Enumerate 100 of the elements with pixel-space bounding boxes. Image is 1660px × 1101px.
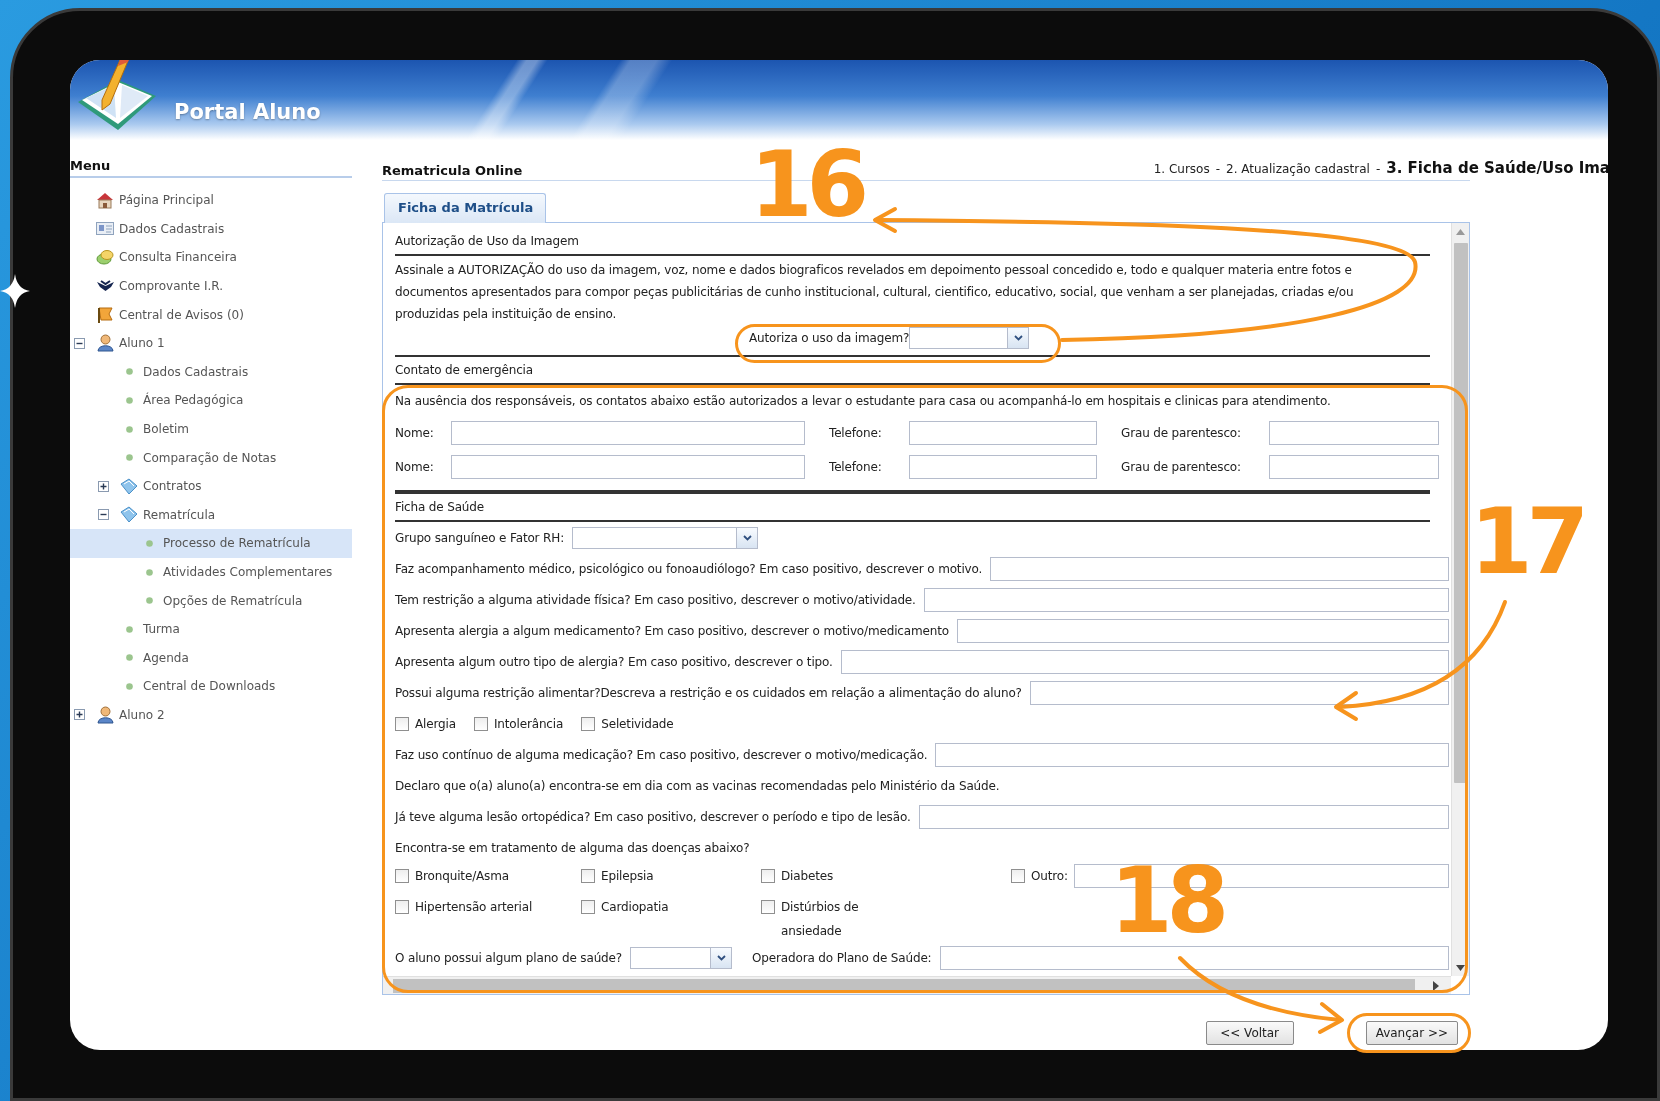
menu-item[interactable]: Área Pedagógica [70, 386, 352, 415]
checkbox[interactable] [1011, 869, 1025, 883]
menu-item[interactable]: Boletim [70, 414, 352, 444]
dropdown[interactable] [572, 526, 759, 549]
menu-item[interactable]: Dados Cadastrais [70, 357, 352, 387]
text-field[interactable] [451, 421, 805, 445]
tab[interactable]: Ficha da Matrícula [384, 193, 547, 223]
field-label: Faz acompanhamento médico, psicológico ou fonoaudiólogo? Em caso positivo, descrever o motivo. [395, 561, 983, 576]
person-icon [96, 706, 114, 724]
text-field[interactable] [1269, 455, 1439, 479]
section-heading: Ficha de Saúde [395, 492, 1430, 522]
form-text: Declaro que o(a) aluno(a) encontra-se em dia com as vacinas recomendadas pelo Ministério da Saúde. [395, 778, 1000, 793]
collapse-toggle-icon[interactable] [98, 509, 109, 521]
bullet-icon [145, 568, 153, 576]
field-label: Grupo sanguíneo e Fator RH: [395, 530, 565, 545]
checkbox-label: Outro: [1031, 869, 1068, 883]
form-text: Na ausência dos responsáveis, os contatos abaixo estão autorizados a levar o estudante para casa ou acompanhá-lo em hospitais e clinicas para atendimento. [395, 393, 1331, 408]
field-label: Apresenta algum outro tipo de alergia? Em caso positivo, descrever o tipo. [395, 654, 833, 669]
section-heading: Contato de emergência [395, 355, 1430, 385]
field-label: O aluno possui algum plano de saúde? [395, 950, 622, 965]
field-label: Telefone: [829, 426, 883, 440]
text-field[interactable] [840, 649, 1449, 674]
collapse-toggle-icon[interactable] [74, 337, 85, 349]
right-arrow-icon[interactable] [1433, 980, 1439, 991]
bullet-icon [125, 454, 133, 462]
menu-item[interactable]: Aluno 2 [70, 700, 352, 730]
down-arrow-icon[interactable] [1456, 965, 1465, 971]
menu-item[interactable]: Agenda [70, 643, 352, 673]
field-label: Faz uso contínuo de alguma medicação? Em caso positivo, descrever o motivo/medicação. [395, 747, 928, 762]
field-label: Apresenta alergia a algum medicamento? Em caso positivo, descrever o motivo/medicamento [395, 623, 949, 638]
menu-item[interactable]: Comparação de Notas [70, 443, 352, 472]
menu-item[interactable]: Central de Avisos (0) [70, 300, 352, 329]
text-field[interactable] [1029, 680, 1449, 705]
menu-item[interactable]: Atividades Complementares [70, 557, 352, 587]
menu-item[interactable]: Aluno 1 [70, 328, 352, 358]
menu-item[interactable]: Processo de Rematrícula [70, 529, 352, 558]
nav-button[interactable]: << Voltar [1205, 1021, 1294, 1045]
checkbox-label: Hipertensão arterial [415, 900, 533, 914]
nav-button[interactable]: Avançar >> [1365, 1021, 1458, 1045]
field-label: Grau de parentesco: [1121, 460, 1242, 474]
field-label: Já teve alguma lesão ortopédica? Em caso positivo, descrever o período e tipo de lesão. [395, 809, 911, 824]
book-icon [119, 506, 139, 524]
text-field[interactable] [956, 618, 1449, 643]
breadcrumb-step: 1. Cursos [1153, 162, 1210, 176]
portal-title: Portal Aluno [174, 100, 321, 124]
text-field[interactable] [935, 742, 1449, 767]
checkbox-label: Bronquite/Asma [415, 869, 509, 883]
bullet-icon [125, 654, 133, 662]
menu-item[interactable]: Rematrícula [70, 500, 352, 530]
checkbox[interactable] [395, 869, 409, 883]
text-field[interactable] [909, 421, 1097, 445]
caret-icon [716, 954, 726, 961]
book-icon [119, 477, 139, 495]
menu-item[interactable]: Contratos [70, 471, 352, 501]
annotation-number: 17 [1470, 497, 1584, 587]
text-field[interactable] [451, 455, 805, 479]
page-title: Rematricula Online [382, 163, 523, 180]
menu-item[interactable]: Comprovante I.R. [70, 271, 352, 301]
menu-item[interactable]: Opções de Rematrícula [70, 586, 352, 615]
checkbox-label: Intolerância [493, 716, 564, 731]
text-field[interactable] [923, 587, 1449, 612]
text-field[interactable] [909, 455, 1097, 479]
menu-item[interactable]: Turma [70, 614, 352, 644]
checkbox[interactable] [761, 900, 775, 914]
expand-toggle-icon[interactable] [74, 709, 85, 721]
text-field[interactable] [990, 556, 1449, 581]
section-heading: Autorização de Uso da Imagem [395, 228, 1430, 256]
expand-toggle-icon[interactable] [98, 480, 109, 492]
field-label: Nome: [395, 426, 435, 440]
bullet-icon [125, 396, 133, 404]
checkbox[interactable] [581, 900, 595, 914]
menu-item[interactable]: Consulta Financeira [70, 243, 352, 272]
dropdown[interactable] [909, 327, 1030, 349]
annotation-number: 18 [1110, 856, 1224, 946]
emblem-icon [95, 280, 115, 293]
caret-icon [1013, 335, 1023, 341]
checkbox-label: Epilepsia [601, 869, 654, 883]
menu-item[interactable]: Central de Downloads [70, 672, 352, 701]
field-label: Tem restrição a alguma atividade física? Em caso positivo, descrever o motivo/atividade. [395, 592, 916, 607]
field-label: Nome: [395, 460, 435, 474]
field-label: Telefone: [829, 460, 883, 474]
checkbox[interactable] [581, 869, 595, 883]
person-icon [96, 334, 114, 353]
checkbox[interactable] [473, 716, 488, 731]
text-field[interactable] [1269, 421, 1439, 445]
form-text: Encontra-se em tratamento de alguma das doenças abaixo? [395, 840, 750, 855]
up-arrow-icon[interactable] [1456, 229, 1465, 235]
dropdown[interactable] [630, 946, 732, 969]
text-field[interactable] [939, 945, 1449, 970]
checkbox[interactable] [395, 900, 409, 914]
field-label: Operadora do Plano de Saúde: [752, 950, 932, 965]
checkbox-label: Distúrbios de ansiedade [781, 899, 860, 940]
checkbox[interactable] [761, 869, 775, 883]
menu-item[interactable]: Página Principal [70, 186, 352, 215]
bullet-icon [145, 597, 153, 605]
checkbox[interactable] [581, 716, 596, 731]
checkbox[interactable] [395, 716, 409, 731]
text-field[interactable] [918, 804, 1449, 829]
bullet-icon [125, 425, 133, 433]
menu-item[interactable]: Dados Cadastrais [70, 214, 352, 244]
